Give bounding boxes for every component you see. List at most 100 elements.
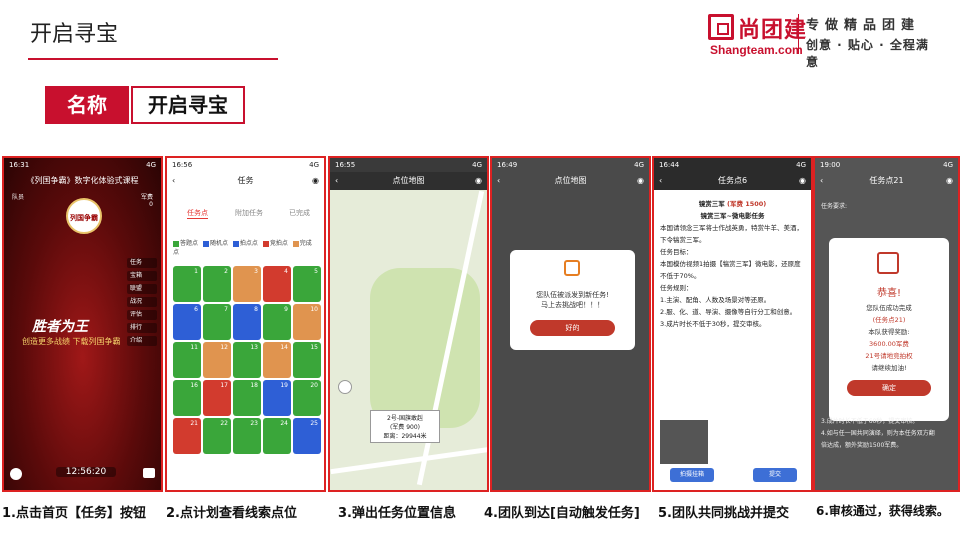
- task-goal: 本国模仿视频1拍摄【犒赏三军】微电影，还原度不低于70%。: [660, 260, 801, 280]
- status-signal: 4G: [943, 161, 953, 169]
- logo-slogan-top: 专做精品团建: [806, 18, 921, 33]
- nav-title: 点位地图: [554, 176, 587, 185]
- status-time: 16:44: [659, 161, 680, 169]
- task-point-cell[interactable]: 15: [293, 342, 321, 378]
- status-time: 16:55: [335, 161, 356, 169]
- side-menu-rank-button[interactable]: 排行: [127, 323, 157, 333]
- nav-title: 任务点6: [717, 176, 748, 185]
- status-signal: 4G: [146, 161, 156, 169]
- status-bar: 16:31 4G: [4, 158, 161, 172]
- side-menu-task-button[interactable]: 任务: [127, 258, 157, 268]
- task-point-cell[interactable]: 5: [293, 266, 321, 302]
- task-point-cell[interactable]: 4: [263, 266, 291, 302]
- task-rules-continued: 3.成片时长不低于60秒，提交审核。 4.如与任一国共同演绎，则为本任务双方翻 …: [821, 416, 952, 452]
- confirm-button[interactable]: 确定: [847, 380, 931, 396]
- nav-title: 任务点21: [869, 176, 904, 185]
- status-bar: 16:56 4G: [167, 158, 324, 172]
- legend-auction: 竞拍点: [269, 240, 288, 247]
- task-point-cell[interactable]: 17: [203, 380, 231, 416]
- task-point-cell[interactable]: 6: [173, 304, 201, 340]
- back-icon[interactable]: ‹: [659, 172, 662, 190]
- task-rule: 1.主演、配角、人数及场景对等还原。: [660, 296, 771, 304]
- tab-completed[interactable]: 已完成: [289, 208, 310, 218]
- task-point-cell[interactable]: 20: [293, 380, 321, 416]
- status-bar: 19:00 4G: [815, 158, 958, 172]
- task-intro: 本国请领念三军将士作战英勇，特赏牛羊、美酒，下令犒赏三军。: [660, 224, 803, 244]
- phone-screen-task-detail: 16:44 4G ‹ 任务点6 ◉ 镜赏三军 (军费 1500) 镜赏三军~微电…: [652, 156, 813, 492]
- task-point-cell[interactable]: 12: [203, 342, 231, 378]
- rule-line: 3.成片时长不低于60秒，提交审核。: [821, 418, 919, 425]
- location-icon[interactable]: ◉: [637, 172, 644, 190]
- back-icon[interactable]: ‹: [497, 172, 500, 190]
- video-thumbnail[interactable]: [660, 420, 708, 464]
- location-icon[interactable]: ◉: [312, 172, 319, 190]
- task-requirements: 任务要求:: [821, 202, 952, 212]
- side-menu-evaluate-button[interactable]: 评估: [127, 310, 157, 320]
- chat-icon[interactable]: [10, 468, 22, 480]
- location-icon[interactable]: ◉: [799, 172, 806, 190]
- ok-button[interactable]: 好的: [530, 320, 615, 336]
- score-label: 军费: [140, 194, 153, 201]
- dialog-message: 您队伍被派发到新任务!: [536, 291, 609, 299]
- task-point-cell[interactable]: 3: [233, 266, 261, 302]
- task-point-cell[interactable]: 25: [293, 418, 321, 454]
- speaker-icon: [564, 260, 580, 276]
- task-point-cell[interactable]: 9: [263, 304, 291, 340]
- task-point-cell[interactable]: 18: [233, 380, 261, 416]
- task-point-cell[interactable]: 10: [293, 304, 321, 340]
- nav-bar: ‹ 点位地图 ◉: [330, 172, 487, 190]
- legend-photo: 拍点点: [239, 240, 258, 247]
- task-goal-title: 任务目标：: [660, 248, 693, 256]
- logo-domain: Shangteam.com: [710, 43, 803, 57]
- task-point-cell[interactable]: 19: [263, 380, 291, 416]
- nav-bar: ‹ 任务点6 ◉: [654, 172, 811, 190]
- task-point-cell[interactable]: 8: [233, 304, 261, 340]
- task-rule: 3.成片时长不低于30秒，提交审核。: [660, 320, 766, 328]
- task-fee: (军费 1500): [726, 200, 767, 208]
- side-menu-battle-button[interactable]: 战况: [127, 297, 157, 307]
- task-point-cell[interactable]: 24: [263, 418, 291, 454]
- task-point-cell[interactable]: 14: [263, 342, 291, 378]
- step-caption: 3.弹出任务位置信息: [338, 506, 456, 521]
- task-point-cell[interactable]: 21: [173, 418, 201, 454]
- map-park-area: [370, 268, 480, 428]
- locate-me-icon[interactable]: [338, 380, 352, 394]
- phone-screen-map: 16:55 4G ‹ 点位地图 ◉ 2号-国旗敢赳 (军费 900) 距离：29…: [328, 156, 489, 492]
- task-rule: 2.服、化、道、导演、摄像等自行分工和创意。: [660, 308, 797, 316]
- task-point-cell[interactable]: 13: [233, 342, 261, 378]
- legend-answer: 答题点: [180, 240, 199, 247]
- camera-icon[interactable]: [143, 468, 155, 478]
- back-icon[interactable]: ‹: [335, 172, 338, 190]
- submit-button[interactable]: 提交: [753, 468, 797, 482]
- tab-extra-tasks[interactable]: 附加任务: [235, 208, 263, 218]
- task-point-cell[interactable]: 7: [203, 304, 231, 340]
- location-icon[interactable]: ◉: [946, 172, 953, 190]
- status-time: 16:56: [172, 161, 193, 169]
- slide: 开启寻宝 尚团建 Shangteam.com 专做精品团建 创意 · 贴心 · …: [0, 0, 960, 540]
- task-point-cell[interactable]: 11: [173, 342, 201, 378]
- task-point-cell[interactable]: 23: [233, 418, 261, 454]
- back-icon[interactable]: ‹: [820, 172, 823, 190]
- side-menu-alliance-button[interactable]: 联盟: [127, 284, 157, 294]
- thumbs-up-icon: [877, 252, 899, 274]
- step-caption: 4.团队到达[自动触发任务]: [484, 506, 640, 521]
- status-signal: 4G: [634, 161, 644, 169]
- back-icon[interactable]: ‹: [172, 172, 175, 190]
- home-slogan: 胜者为王: [32, 319, 88, 335]
- side-menu-intro-button[interactable]: 介绍: [127, 336, 157, 346]
- tab-task-points[interactable]: 任务点: [187, 208, 208, 219]
- task-point-cell[interactable]: 16: [173, 380, 201, 416]
- logo-slogan-bottom: 创意 · 贴心 · 全程满意: [806, 38, 929, 69]
- score-value: 0: [149, 201, 153, 208]
- nav-title: 任务: [237, 176, 254, 185]
- status-signal: 4G: [309, 161, 319, 169]
- status-signal: 4G: [796, 161, 806, 169]
- task-point-cell[interactable]: 2: [203, 266, 231, 302]
- task-point-cell[interactable]: 22: [203, 418, 231, 454]
- nav-title: 点位地图: [392, 176, 425, 185]
- side-menu-chest-button[interactable]: 宝箱: [127, 271, 157, 281]
- task-point-cell[interactable]: 1: [173, 266, 201, 302]
- shoot-button[interactable]: 拍摄挂箱: [670, 468, 714, 482]
- location-icon[interactable]: ◉: [475, 172, 482, 190]
- point-fee: (军费 900): [389, 424, 421, 431]
